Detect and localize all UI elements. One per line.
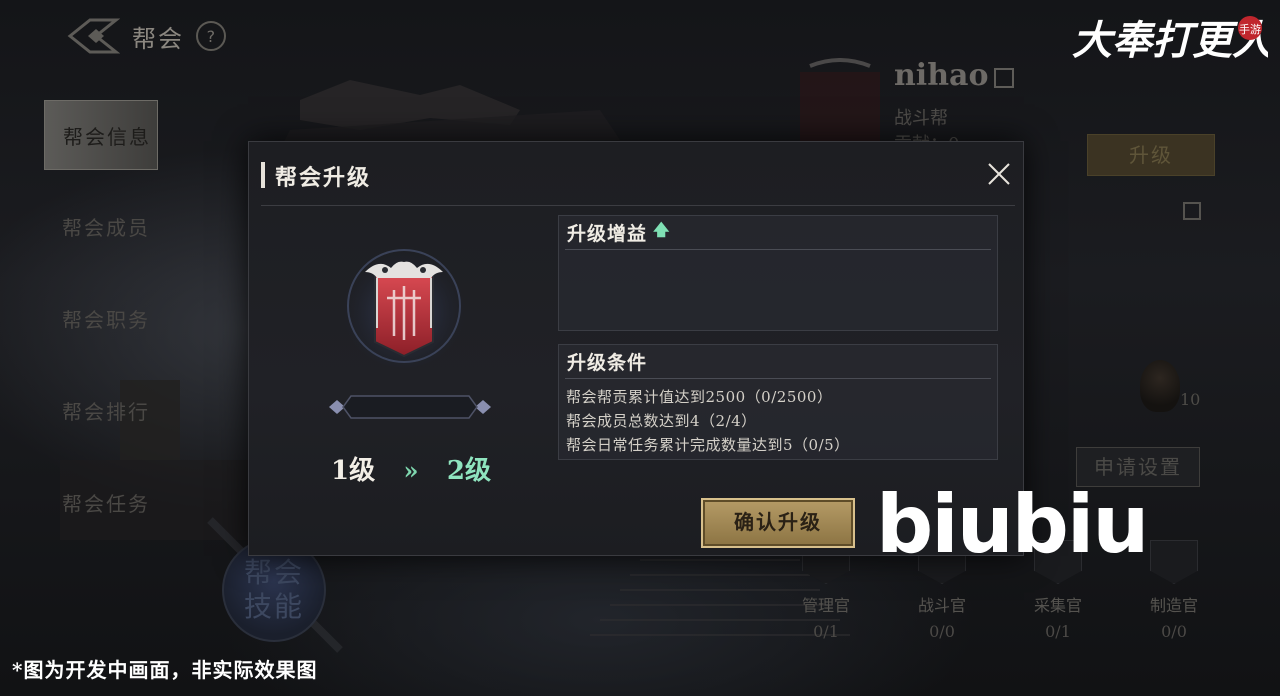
condition-item: 帮会日常任务累计完成数量达到5（0/5） — [566, 436, 850, 454]
level-bar-frame — [329, 395, 491, 419]
help-button[interactable]: ? — [189, 14, 233, 58]
benefits-header: 升级增益 🡅 — [565, 216, 991, 250]
sidebar-item-guild-tasks[interactable]: 帮会任务 — [44, 466, 164, 538]
officer-count: 0/1 — [813, 622, 839, 641]
sidebar: 帮会信息 帮会成员 帮会职务 帮会排行 帮会任务 — [44, 100, 164, 558]
edit-name-icon[interactable] — [994, 68, 1014, 88]
dialog-header: 帮会升级 — [261, 158, 1015, 206]
member-count: 10 — [1180, 390, 1201, 409]
help-icon: ? — [206, 26, 216, 46]
game-logo: 大奉打更人 手游 — [1068, 10, 1272, 70]
leader-avatar — [1140, 360, 1180, 412]
sidebar-item-label: 帮会成员 — [62, 215, 150, 240]
dialog-title: 帮会升级 — [275, 165, 372, 191]
edit-notice-icon[interactable] — [1183, 202, 1201, 220]
game-logo-art: 大奉打更人 手游 — [1072, 16, 1272, 64]
guild-emblem — [339, 232, 469, 372]
officer-name: 管理官 — [801, 596, 850, 615]
level-arrow-icon: » — [403, 456, 419, 485]
officer-count: 0/1 — [1045, 622, 1071, 641]
close-icon — [988, 163, 1010, 185]
conditions-title: 升级条件 — [567, 352, 648, 374]
next-level: 2级 — [446, 456, 491, 486]
disclaimer-text: *图为开发中画面，非实际效果图 — [12, 658, 318, 682]
officer-shield-icon — [1150, 540, 1198, 584]
level-progress-bar — [325, 392, 495, 422]
current-level: 1级 — [331, 456, 376, 486]
page-title: 帮会 — [132, 24, 184, 53]
sidebar-item-guild-ranking[interactable]: 帮会排行 — [44, 374, 164, 446]
player-guild: 战斗帮 — [894, 108, 948, 129]
officer-count: 0/0 — [1161, 622, 1187, 641]
sidebar-item-label: 帮会信息 — [63, 124, 151, 149]
sidebar-item-guild-positions[interactable]: 帮会职务 — [44, 282, 164, 354]
sidebar-item-label: 帮会排行 — [62, 399, 150, 424]
watermark-text: biubiu — [876, 478, 1149, 571]
officer-name: 制造官 — [1149, 596, 1198, 615]
title-accent — [261, 162, 265, 188]
logo-badge: 手游 — [1239, 22, 1261, 36]
condition-item: 帮会帮贡累计值达到2500（0/2500） — [566, 388, 833, 406]
conditions-header: 升级条件 — [565, 345, 991, 379]
officer-count: 0/0 — [929, 622, 955, 641]
upgrade-benefits-panel: 升级增益 🡅 — [558, 215, 998, 331]
skill-label-line1: 帮会 — [243, 556, 304, 589]
confirm-upgrade-button[interactable]: 确认升级 — [701, 498, 855, 548]
sidebar-item-label: 帮会任务 — [62, 491, 150, 516]
officer-name: 采集官 — [1033, 596, 1082, 615]
benefits-title: 升级增益 — [567, 223, 648, 245]
upgrade-conditions-panel: 升级条件 帮会帮贡累计值达到2500（0/2500） 帮会成员总数达到4（2/4… — [558, 344, 998, 460]
sidebar-item-label: 帮会职务 — [62, 307, 150, 332]
player-name: nihao — [894, 58, 989, 93]
condition-item: 帮会成员总数达到4（2/4） — [566, 412, 757, 430]
close-button[interactable] — [985, 160, 1013, 188]
skill-label-line2: 技能 — [243, 590, 304, 623]
guild-banner-emblem-icon — [342, 244, 466, 368]
top-bar: 帮会 ? — [66, 14, 233, 58]
conditions-list: 帮会帮贡累计值达到2500（0/2500） 帮会成员总数达到4（2/4） 帮会日… — [559, 379, 997, 457]
back-arrow-icon — [67, 18, 121, 54]
level-transition: 1级 » 2级 — [331, 450, 491, 487]
officer-name: 战斗官 — [917, 596, 966, 615]
guild-upgrade-button[interactable]: 升级 — [1087, 134, 1215, 176]
sidebar-item-guild-info[interactable]: 帮会信息 — [44, 100, 158, 170]
sidebar-item-guild-members[interactable]: 帮会成员 — [44, 190, 164, 262]
back-button[interactable] — [66, 16, 121, 56]
up-arrow-icon: 🡅 — [653, 220, 671, 239]
